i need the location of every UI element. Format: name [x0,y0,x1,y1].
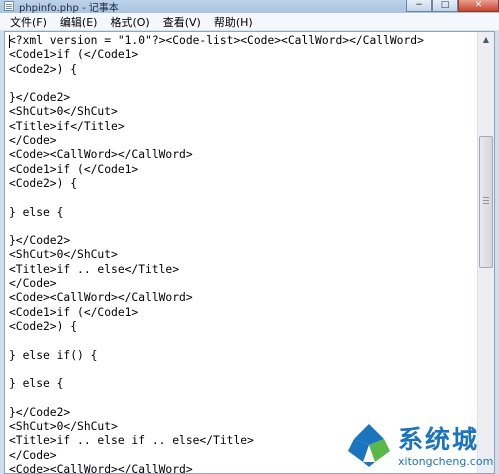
watermark-brand: 系统城 [398,425,480,454]
window-title: phpinfo.php - 记事本 [19,3,119,13]
text-editor[interactable]: <?xml version = "1.0"?><Code-list><Code>… [9,34,469,473]
diamond-logo-icon [348,424,390,467]
menu-bar: 文件(F) 编辑(E) 格式(O) 查看(V) 帮助(H) [0,13,499,31]
notepad-icon[interactable] [4,1,14,11]
vertical-scrollbar[interactable]: ▲ [477,32,494,473]
window-controls: − □ ✕ [406,0,499,13]
title-bar[interactable]: phpinfo.php - 记事本 − □ ✕ [0,0,499,13]
menu-edit[interactable]: 编辑(E) [54,14,104,30]
watermark-domain: xitongcheng.com [398,455,494,468]
minimize-button[interactable]: − [406,0,432,12]
scroll-thumb[interactable] [479,135,493,268]
menu-file[interactable]: 文件(F) [4,14,53,30]
notepad-window: phpinfo.php - 记事本 − □ ✕ 文件(F) 编辑(E) 格式(O… [0,0,499,474]
scroll-up-arrow-icon[interactable]: ▲ [479,32,493,48]
watermark: 系统城 xitongcheng.com [340,418,499,474]
editor-frame: <?xml version = "1.0"?><Code-list><Code>… [4,31,495,474]
menu-help[interactable]: 帮助(H) [208,14,259,30]
menu-view[interactable]: 查看(V) [157,14,207,30]
grip-icon [483,196,489,198]
menu-format[interactable]: 格式(O) [104,14,155,30]
text-caret [9,35,10,48]
close-button[interactable]: ✕ [458,0,499,12]
maximize-button[interactable]: □ [432,0,458,12]
